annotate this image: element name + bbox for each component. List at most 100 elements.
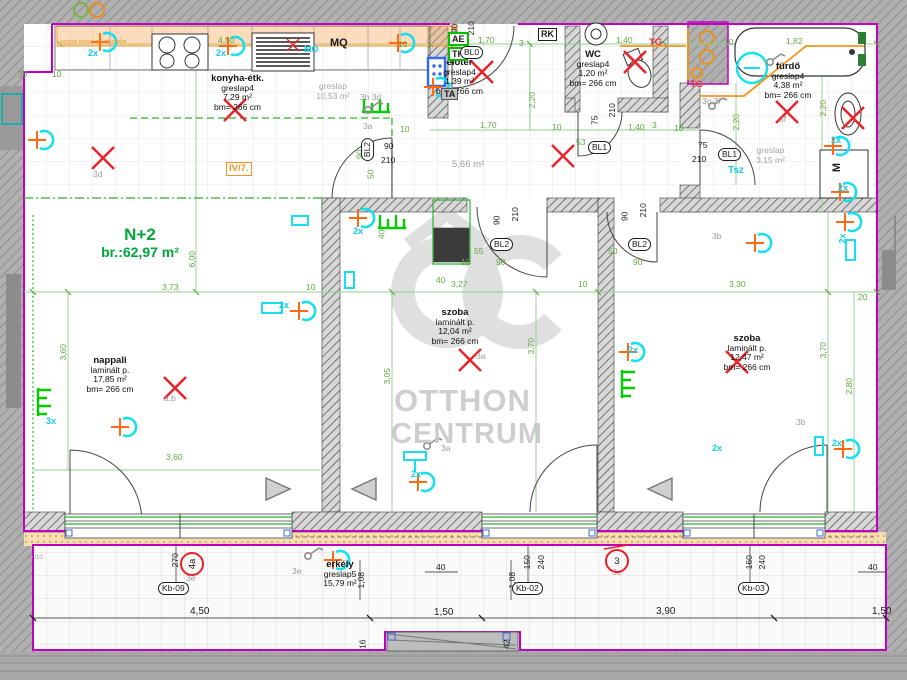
dim-label: 10 xyxy=(578,280,587,289)
tag-bl2: BL2 xyxy=(490,238,513,251)
balcony-ramp xyxy=(387,632,518,651)
dim-label: 1,50 xyxy=(434,608,453,618)
tag-bl2: BL2 xyxy=(361,138,374,161)
door-size: 210 xyxy=(511,207,520,221)
dim-label: 16 xyxy=(358,640,367,649)
ref-label: 10 /10 xyxy=(26,555,43,561)
tag-kb02: Kb-02 xyxy=(512,582,543,595)
dim-label: 50 xyxy=(366,170,375,179)
tag-rk: RK xyxy=(538,28,557,41)
dim-label: 240 xyxy=(758,555,767,569)
dim-label: 3,27 xyxy=(451,280,468,289)
ref-label: 3d xyxy=(93,170,102,179)
tag-iv: IV/7. xyxy=(226,162,252,176)
dim-label: 3,70 xyxy=(527,338,536,355)
ref-label: 3b xyxy=(712,232,721,241)
dim-label: 3,60 xyxy=(166,453,183,462)
count-label: 2x xyxy=(216,49,226,58)
ref-label: 3b 3d xyxy=(360,93,381,102)
door-size: 75 xyxy=(590,116,599,125)
tag-bl0: BL0 xyxy=(460,46,483,59)
dim-label: 10 xyxy=(398,40,407,49)
dim-label: 3 xyxy=(652,121,657,130)
room-wc: WC greslap4 1,20 m² bm= 266 cm xyxy=(548,50,638,88)
count-label: 2x xyxy=(279,301,289,310)
dim-label: 240 xyxy=(537,555,546,569)
dim-label: 90 xyxy=(496,258,505,267)
dim-label: 3,70 xyxy=(819,342,828,359)
dim-label: 10 xyxy=(461,258,470,267)
marker-circle-3: 3 xyxy=(605,549,629,573)
tag-tg: TG xyxy=(649,38,662,48)
door-size: 210 xyxy=(608,103,617,117)
count-label: MO xyxy=(304,45,319,54)
dim-label: 2,20 xyxy=(528,92,537,109)
tag-ta: TA xyxy=(441,88,458,100)
count-label: 2x xyxy=(712,444,722,453)
dim-label: 1,70 xyxy=(478,36,495,45)
dim-label: 90 xyxy=(633,258,642,267)
tag-bl1: BL1 xyxy=(588,141,611,154)
plan-name: N+2 xyxy=(70,226,210,245)
tag-ae: AE xyxy=(448,32,469,46)
dim-label: 55 xyxy=(474,247,483,256)
dim-label: 40 xyxy=(436,563,445,572)
dim-label: 270 xyxy=(171,553,180,567)
ref-label: 3f xyxy=(779,115,786,124)
count-label: 2x xyxy=(839,233,848,243)
ref-label: 3a xyxy=(441,444,450,453)
ref-label: 3a xyxy=(476,352,485,361)
dim-label: 3,90 xyxy=(656,607,675,617)
watermark-line1: OTTHON xyxy=(394,383,531,419)
dim-label: 2,20 xyxy=(732,114,741,131)
count-label: 2x xyxy=(838,184,848,193)
room-furdo: fürdő greslap4 4,38 m² bm= 266 cm xyxy=(742,62,834,100)
marker-circle-4a: 4a xyxy=(180,552,204,576)
dim-label: 4,50 xyxy=(190,607,209,617)
ref-label: 3a xyxy=(363,122,372,131)
dim-label: 150 xyxy=(523,555,532,569)
dim-label: 1,70 xyxy=(480,121,497,130)
room-hall-area: 5,66 m² xyxy=(452,160,484,170)
dim-label: 3,73 xyxy=(162,283,179,292)
dim-label: 40 xyxy=(868,563,877,572)
room-konyha: konyha-étk. greslap4 7,29 m² bm= 266 cm xyxy=(180,74,295,112)
dim-label: 3,30 xyxy=(729,280,746,289)
dim-label: 1,40 xyxy=(628,123,645,132)
tag-bl1: BL1 xyxy=(718,148,741,161)
tag-mq: MQ xyxy=(330,38,348,49)
door-size: 210 xyxy=(692,155,706,164)
count-label: 2x xyxy=(628,346,638,355)
dim-label: 3,05 xyxy=(383,368,392,385)
dim-label: 53 xyxy=(576,138,585,147)
door-size: 90 xyxy=(384,142,393,151)
dim-label: 10 xyxy=(674,124,683,133)
count-label: 2x xyxy=(411,470,421,479)
dim-label: 3 xyxy=(519,39,524,48)
room-erkely: erkély greslap5 15,79 m² xyxy=(296,560,384,589)
door-size: 90 xyxy=(492,216,501,225)
dim-label: 10 xyxy=(52,70,61,79)
tag-m: M xyxy=(832,163,843,172)
dim-label: 10 xyxy=(306,283,315,292)
dim-label: 2,80 xyxy=(845,378,854,395)
tag-tsz: Tsz xyxy=(728,166,744,176)
count-label: 2x xyxy=(832,439,842,448)
tag-tg: TG xyxy=(690,80,703,90)
dim-label: 30 xyxy=(18,70,27,79)
door-size: 90 xyxy=(620,212,629,221)
ref-label: 3g 3f xyxy=(702,97,721,106)
dim-label: 1,82 xyxy=(786,37,803,46)
floorplan-page: OTTHON CENTRUM N+2 br.:62,97 m² konyha-é… xyxy=(0,0,907,680)
ref-label: 3e xyxy=(292,567,301,576)
count-label: 2x xyxy=(88,49,98,58)
dim-label: 10 xyxy=(724,38,733,47)
room-nappali: nappali laminált p. 17,85 m² bm= 266 cm xyxy=(55,356,165,394)
watermark-line2: CENTRUM xyxy=(391,418,543,451)
dim-label: 1,08 xyxy=(357,572,366,589)
door-size: 75 xyxy=(698,141,707,150)
room-eloter: előtér greslap4 1,39 m² bm= 266 cm xyxy=(412,58,507,96)
dim-label: 10 xyxy=(552,123,561,132)
ref-label: a,b xyxy=(164,394,176,403)
dim-label: 50 xyxy=(608,247,617,256)
